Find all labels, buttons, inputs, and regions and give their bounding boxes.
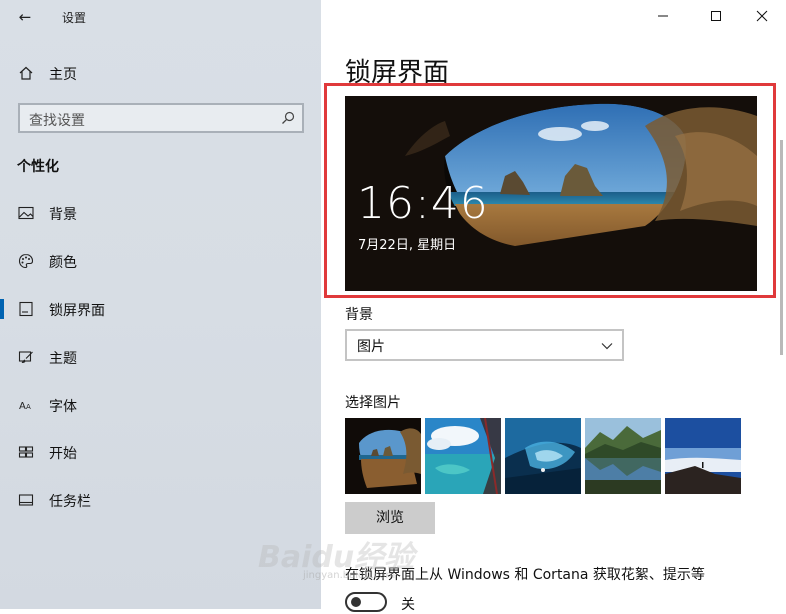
- sidebar-item-taskbar[interactable]: 任务栏: [0, 483, 321, 517]
- maximize-icon: [710, 7, 722, 26]
- close-icon: [756, 7, 768, 26]
- app-title: 设置: [62, 11, 87, 25]
- thumbnail-image: [505, 418, 581, 494]
- start-icon: [16, 442, 36, 462]
- maximize-button[interactable]: [693, 0, 739, 32]
- sidebar-item-label: 开始: [49, 446, 77, 462]
- sidebar-item-themes[interactable]: 主题: [0, 340, 321, 374]
- picture-thumbnail-2[interactable]: [425, 418, 501, 494]
- search-icon: [280, 110, 296, 126]
- toggle-knob: [351, 597, 361, 607]
- minimize-button[interactable]: [640, 0, 686, 32]
- title-bar: ← 设置: [0, 0, 321, 34]
- section-title: 个性化: [17, 159, 59, 175]
- scrollbar[interactable]: [780, 140, 783, 355]
- watermark-sub: jingyan.baidu.com: [303, 570, 396, 581]
- sidebar-item-label: 字体: [49, 399, 77, 415]
- sidebar-home-label: 主页: [49, 67, 77, 83]
- minimize-icon: [657, 7, 669, 26]
- close-button[interactable]: [739, 0, 785, 32]
- taskbar-icon: [16, 490, 36, 510]
- background-dropdown[interactable]: 图片: [345, 329, 624, 361]
- palette-icon: [16, 251, 36, 271]
- theme-icon: [16, 347, 36, 367]
- sidebar-item-label: 锁屏界面: [49, 303, 105, 319]
- sidebar-item-label: 任务栏: [49, 494, 91, 510]
- sidebar-item-home[interactable]: 主页: [0, 58, 321, 88]
- lockscreen-icon: [16, 299, 36, 319]
- browse-button[interactable]: 浏览: [345, 502, 435, 534]
- thumbnail-image: [665, 418, 741, 494]
- thumbnail-image: [345, 418, 421, 494]
- sidebar: ← 设置 主页 查找设置 个性化 背景 颜色 锁屏界面 主题 A A 字体 开始…: [0, 0, 321, 609]
- picture-thumbnail-4[interactable]: [585, 418, 661, 494]
- picture-thumbnail-3[interactable]: [505, 418, 581, 494]
- svg-text:A: A: [19, 401, 26, 412]
- active-indicator: [0, 299, 4, 319]
- sidebar-item-label: 主题: [49, 351, 77, 367]
- background-dropdown-value: 图片: [357, 339, 385, 355]
- thumbnail-image: [425, 418, 501, 494]
- sidebar-item-fonts[interactable]: AA 字体: [0, 388, 321, 422]
- chevron-down-icon: [600, 338, 614, 352]
- cortana-tips-toggle[interactable]: [345, 592, 387, 612]
- sidebar-item-label: 颜色: [49, 255, 77, 271]
- highlight-box: [324, 83, 776, 298]
- svg-text:A: A: [26, 403, 31, 411]
- home-icon: [16, 63, 36, 83]
- sidebar-item-colors[interactable]: 颜色: [0, 244, 321, 278]
- sidebar-item-background[interactable]: 背景: [0, 196, 321, 230]
- background-label: 背景: [345, 307, 373, 323]
- back-button[interactable]: ←: [14, 6, 36, 28]
- sidebar-item-lockscreen[interactable]: 锁屏界面: [0, 292, 321, 326]
- search-placeholder: 查找设置: [29, 113, 85, 129]
- choose-picture-label: 选择图片: [345, 395, 401, 411]
- toggle-state-label: 关: [401, 597, 415, 613]
- picture-icon: [16, 203, 36, 223]
- sidebar-item-start[interactable]: 开始: [0, 435, 321, 469]
- picture-thumbnail-1[interactable]: [345, 418, 421, 494]
- picture-thumbnail-5[interactable]: [665, 418, 741, 494]
- main-panel: 锁屏界面 16:46 7月22日, 星期日 背景 图片 选择图片 浏览 在锁屏界…: [321, 0, 786, 613]
- thumbnail-image: [585, 418, 661, 494]
- search-input[interactable]: 查找设置: [18, 103, 304, 133]
- sidebar-item-label: 背景: [49, 207, 77, 223]
- font-icon: AA: [16, 395, 36, 415]
